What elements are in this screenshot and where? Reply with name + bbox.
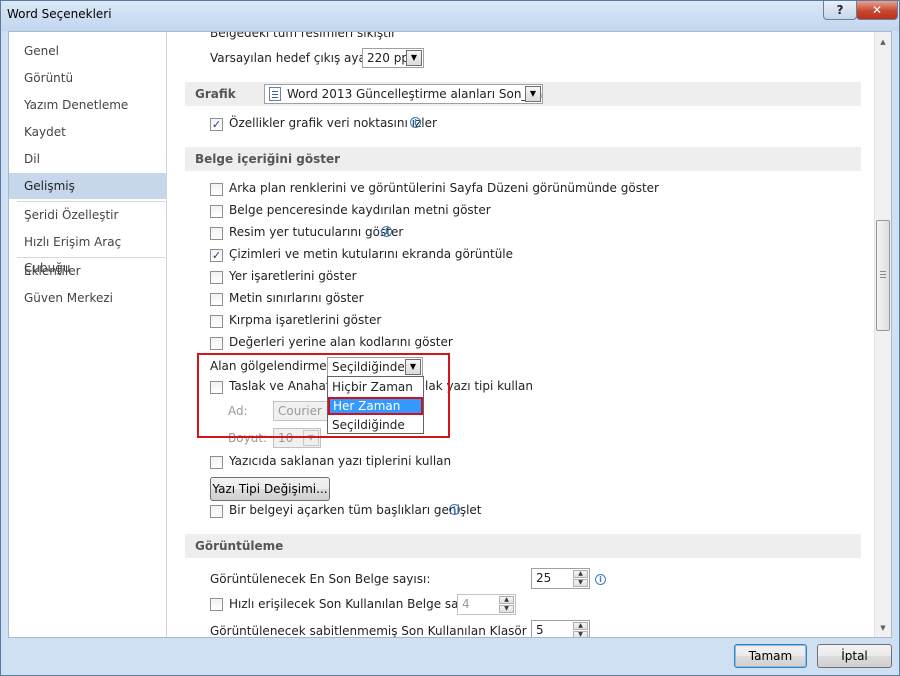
close-button[interactable]: ✕ — [856, 1, 898, 20]
bookmarks-label: Yer işaretlerini göster — [229, 269, 357, 283]
info-icon: i — [410, 117, 421, 128]
nav-item-quick-access-toolbar[interactable]: Hızlı Erişim Araç Çubuğu — [9, 229, 166, 275]
background-colors-checkbox[interactable] — [210, 183, 223, 196]
nav-item-customize-ribbon[interactable]: Şeridi Özelleştir — [9, 202, 166, 228]
nav-item-trust-center[interactable]: Güven Merkezi — [9, 285, 166, 311]
spin-up-icon[interactable]: ▲ — [499, 596, 514, 604]
printer-fonts-checkbox[interactable] — [210, 456, 223, 469]
window-title: Word Seçenekleri — [7, 7, 112, 21]
ppi-select[interactable]: 220 ppi ▼ — [362, 48, 424, 68]
spin-up-icon[interactable]: ▲ — [573, 622, 588, 630]
font-substitution-button[interactable]: Yazı Tipi Değişimi... — [210, 477, 330, 501]
recent-docs-spinner[interactable]: 25 ▲ ▼ — [531, 568, 590, 589]
nav-item-advanced[interactable]: Gelişmiş — [9, 173, 166, 199]
spin-down-icon[interactable]: ▼ — [573, 631, 588, 637]
spin-down-icon[interactable]: ▼ — [499, 605, 514, 613]
quick-access-label: Hızlı erişilecek Son Kullanılan Belge sa… — [229, 597, 483, 611]
text-boundaries-label: Metin sınırlarını göster — [229, 291, 364, 305]
scroll-up-icon[interactable]: ▲ — [877, 35, 889, 49]
nav-item-language[interactable]: Dil — [9, 146, 166, 172]
section-title-display: Görüntüleme — [195, 539, 284, 553]
bookmarks-checkbox[interactable] — [210, 271, 223, 284]
folders-label: Görüntülenecek sabitlenmemiş Son Kullanı… — [210, 624, 569, 637]
folders-value: 5 — [536, 623, 544, 637]
ppi-label: Varsayılan hedef çıkış ayarı: — [210, 51, 379, 65]
help-button[interactable]: ? — [823, 1, 857, 20]
document-icon — [269, 87, 281, 101]
crop-marks-checkbox[interactable] — [210, 315, 223, 328]
chart-document-select[interactable]: Word 2013 Güncelleştirme alanları Son_Sa… — [264, 84, 543, 104]
info-icon: i — [449, 504, 460, 515]
folders-spinner[interactable]: 5 ▲ ▼ — [531, 620, 590, 637]
scroll-down-icon[interactable]: ▼ — [877, 621, 889, 635]
picture-placeholders-checkbox[interactable] — [210, 227, 223, 240]
recent-docs-value: 25 — [536, 571, 552, 585]
crop-marks-label: Kırpma işaretlerini göster — [229, 313, 382, 327]
dialog-body: Genel Görüntü Yazım Denetleme Kaydet Dil… — [8, 31, 892, 638]
expand-headings-checkbox[interactable] — [210, 505, 223, 518]
drawings-label: Çizimleri ve metin kutularını ekranda gö… — [229, 247, 514, 261]
quick-access-spinner[interactable]: 4 ▲ ▼ — [457, 594, 516, 615]
drawings-checkbox[interactable]: ✓ — [210, 249, 223, 262]
nav-item-general[interactable]: Genel — [9, 38, 166, 64]
scroll-thumb[interactable] — [876, 220, 890, 331]
nav-item-proofing[interactable]: Yazım Denetleme — [9, 92, 166, 118]
options-window: Word Seçenekleri ? ✕ Genel Görüntü Yazım… — [0, 0, 900, 676]
chevron-down-icon: ▼ — [525, 86, 541, 102]
nav-item-display[interactable]: Görüntü — [9, 65, 166, 91]
title-bar: Word Seçenekleri ? ✕ — [1, 1, 899, 31]
cancel-button[interactable]: İptal — [817, 644, 892, 668]
picture-placeholders-label: Resim yer tutucularını göster — [229, 225, 404, 239]
ok-button[interactable]: Tamam — [734, 644, 807, 668]
field-codes-checkbox[interactable] — [210, 337, 223, 350]
compress-images-label: Belgedeki tüm resimleri sıkıştır — [210, 32, 397, 40]
background-colors-label: Arka plan renklerini ve görüntülerini Sa… — [229, 181, 659, 195]
spin-up-icon[interactable]: ▲ — [573, 570, 588, 578]
section-header-display: Görüntüleme — [185, 534, 861, 558]
spin-down-icon[interactable]: ▼ — [573, 579, 588, 587]
advanced-options-pane: Belgedeki tüm resimleri sıkıştır Varsayı… — [167, 32, 891, 637]
text-boundaries-checkbox[interactable] — [210, 293, 223, 306]
expand-headings-label: Bir belgeyi açarken tüm başlıkları geniş… — [229, 503, 482, 517]
chart-track-label: Özellikler grafik veri noktasını izler — [229, 116, 437, 130]
text-wrap-label: Belge penceresinde kaydırılan metni göst… — [229, 203, 491, 217]
vertical-scrollbar[interactable]: ▲ ▼ — [874, 32, 891, 637]
printer-fonts-label: Yazıcıda saklanan yazı tiplerini kullan — [229, 454, 452, 468]
section-title-show-document-content: Belge içeriğini göster — [195, 152, 341, 166]
nav-item-save[interactable]: Kaydet — [9, 119, 166, 145]
category-nav: Genel Görüntü Yazım Denetleme Kaydet Dil… — [9, 32, 167, 637]
section-title-chart: Grafik — [195, 87, 236, 101]
text-wrap-checkbox[interactable] — [210, 205, 223, 218]
nav-item-add-ins[interactable]: Eklentiler — [9, 258, 166, 284]
info-icon: i — [595, 574, 606, 585]
recent-docs-label: Görüntülenecek En Son Belge sayısı: — [210, 572, 431, 586]
field-codes-label: Değerleri yerine alan kodlarını göster — [229, 335, 453, 349]
chart-track-checkbox[interactable]: ✓ — [210, 118, 223, 131]
quick-access-checkbox[interactable] — [210, 598, 223, 611]
section-header-show-document-content: Belge içeriğini göster — [185, 147, 861, 171]
quick-access-value: 4 — [462, 597, 470, 611]
chevron-down-icon: ▼ — [406, 50, 422, 66]
info-icon: i — [381, 226, 392, 237]
annotation-highlight-box — [197, 353, 450, 438]
chart-document-value: Word 2013 Güncelleştirme alanları Son_Sa… — [287, 87, 543, 101]
